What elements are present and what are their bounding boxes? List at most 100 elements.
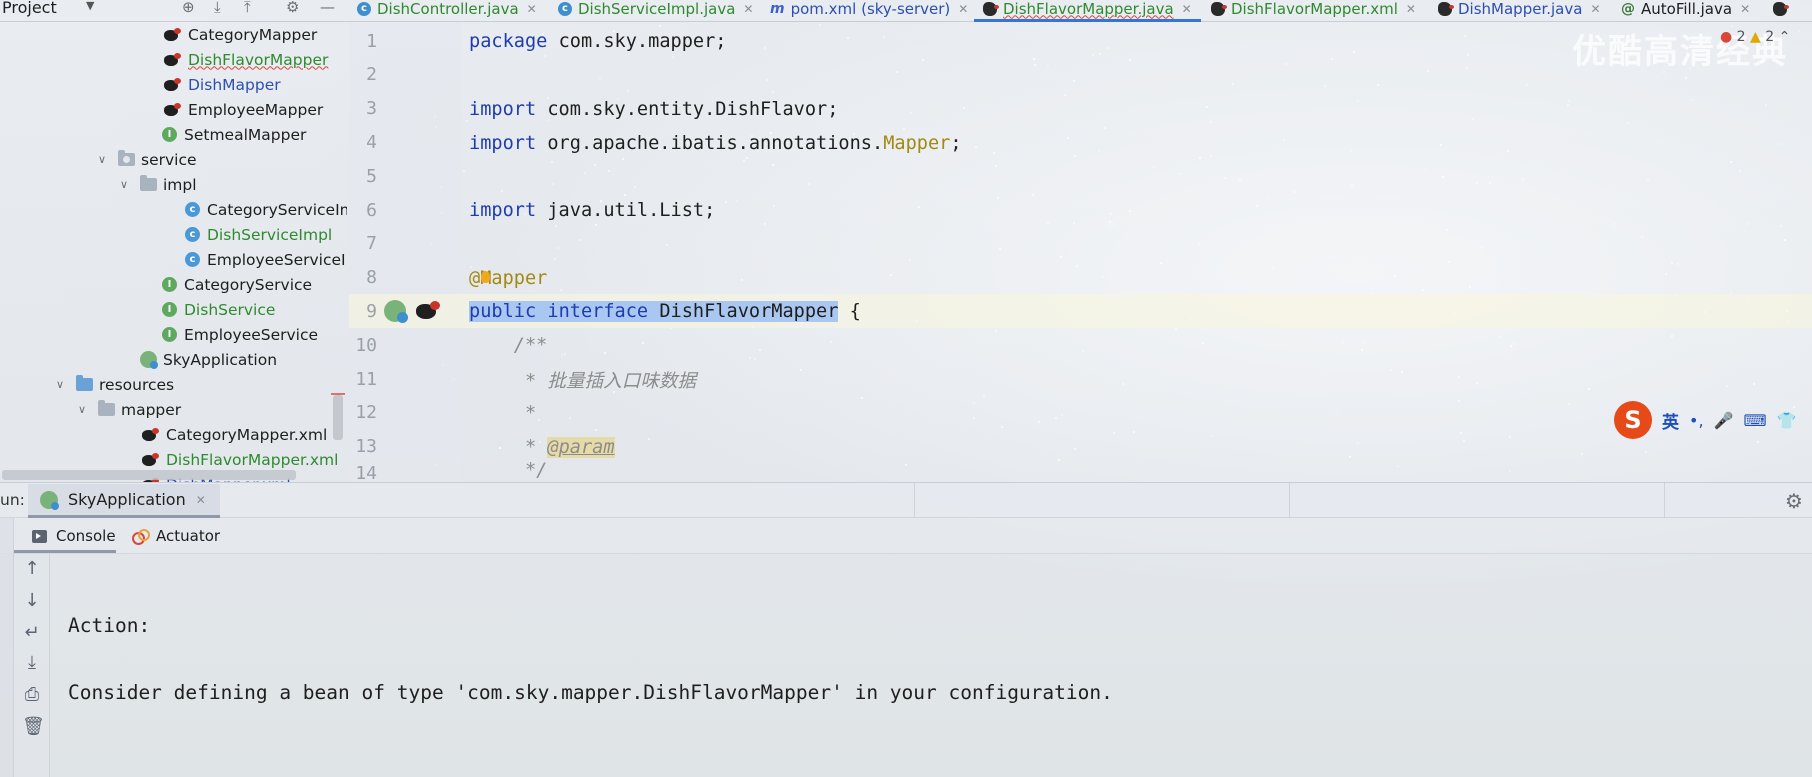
close-icon[interactable]: ✕	[1406, 2, 1416, 16]
star-dot	[1506, 149, 1509, 152]
soft-wrap-icon[interactable]: ↵	[22, 622, 42, 643]
trash-icon[interactable]: 🗑	[22, 716, 45, 737]
code-line-13[interactable]: * @param	[469, 430, 615, 464]
star-dot	[1448, 261, 1451, 264]
close-icon[interactable]: ✕	[527, 2, 537, 16]
ime-language[interactable]: 英	[1662, 408, 1679, 433]
gear-icon[interactable]: ⚙	[1785, 489, 1803, 513]
close-icon[interactable]: ✕	[1740, 2, 1750, 16]
star-dot	[1462, 440, 1465, 443]
tree-item-dishflavormapper-xml[interactable]: DishFlavorMapper.xml	[140, 447, 338, 472]
code-line-3[interactable]: import com.sky.entity.DishFlavor;	[469, 92, 838, 126]
tab-label: AutoFill.java	[1641, 0, 1733, 18]
tree-item-employeeservicein[interactable]: c EmployeeServiceIn	[185, 247, 347, 272]
star-dot	[1350, 150, 1353, 153]
tree-item-dishserviceimpl[interactable]: c DishServiceImpl	[185, 222, 332, 247]
tree-item-resources[interactable]: ∨ resources	[56, 372, 174, 397]
tab-autofill-java[interactable]: @ AutoFill.java ✕	[1621, 0, 1750, 20]
code-line-6[interactable]: import java.util.List;	[469, 193, 715, 227]
star-dot	[1174, 328, 1177, 331]
star-dot	[1784, 239, 1787, 242]
expand-all-icon[interactable]: ⤓	[214, 0, 221, 16]
chevron-down-icon[interactable]: ∨	[120, 178, 134, 191]
star-dot	[1073, 448, 1076, 451]
tree-item-dishservice[interactable]: I DishService	[162, 297, 275, 322]
close-icon[interactable]: ✕	[196, 493, 206, 507]
star-dot	[1342, 341, 1345, 344]
punctuation-icon[interactable]: •,	[1689, 411, 1704, 430]
close-icon[interactable]: ✕	[1182, 2, 1192, 16]
tree-item-label: DishMapper	[188, 75, 281, 94]
tree-item-setmealmapper[interactable]: I SetmealMapper	[162, 122, 306, 147]
star-dot	[1377, 84, 1380, 87]
tree-item-dishmapper[interactable]: DishMapper	[162, 72, 281, 97]
chevron-down-icon[interactable]: ▼	[86, 0, 94, 12]
mybatis-gutter-icon[interactable]	[414, 300, 442, 320]
tab-label: DishFlavorMapper.java	[1003, 0, 1174, 18]
tree-item-categoryserviceim[interactable]: c CategoryServiceIm	[185, 197, 347, 222]
tree-scrollbar[interactable]	[333, 395, 343, 440]
arrow-up-icon[interactable]: ↑	[22, 558, 42, 579]
close-icon[interactable]: ✕	[1590, 2, 1600, 16]
star-dot	[556, 246, 559, 249]
warning-icon: ▲	[1750, 29, 1761, 45]
tree-item-categorymapper-xml[interactable]: CategoryMapper.xml	[140, 422, 327, 447]
scroll-to-end-icon[interactable]: ⤓	[22, 652, 42, 673]
locate-icon[interactable]: ⊕	[182, 0, 195, 16]
tree-item-mapper[interactable]: ∨ mapper	[78, 397, 181, 422]
gear-icon[interactable]: ⚙	[286, 0, 299, 16]
star-dot	[1641, 235, 1644, 238]
star-dot	[1072, 222, 1075, 225]
intention-bulb-icon[interactable]	[481, 271, 490, 283]
tree-item-employeemapper[interactable]: EmployeeMapper	[162, 97, 323, 122]
tree-item-categoryservice[interactable]: I CategoryService	[162, 272, 312, 297]
code-line-12[interactable]: *	[469, 396, 536, 430]
star-dot	[997, 196, 1000, 199]
tab-console[interactable]: Console	[32, 518, 116, 554]
inspection-indicator[interactable]: ● 2 ▲ 2 ⌃	[1720, 29, 1790, 45]
spring-bean-gutter-icon[interactable]	[384, 300, 408, 323]
tab-dish-mapper-java[interactable]: DishMapper.java ✕	[1438, 0, 1601, 20]
chevron-down-icon[interactable]: ∨	[56, 378, 70, 391]
project-title[interactable]: Project	[2, 0, 57, 17]
chevron-down-icon[interactable]: ∨	[78, 403, 92, 416]
tree-item-service[interactable]: ∨ service	[98, 147, 197, 172]
line-number: 5	[366, 165, 377, 187]
print-icon[interactable]: ⎙	[22, 684, 42, 705]
tab-pom-xml[interactable]: m pom.xml (sky-server) ✕	[770, 0, 968, 20]
chevron-down-icon[interactable]: ∨	[98, 153, 112, 166]
close-icon[interactable]: ✕	[743, 2, 753, 16]
close-icon[interactable]: ✕	[958, 2, 968, 16]
arrow-down-icon[interactable]: ↓	[22, 590, 42, 611]
tab-overflow[interactable]	[1773, 0, 1793, 20]
star-dot	[1128, 210, 1131, 213]
tab-actuator[interactable]: Actuator	[131, 518, 220, 554]
code-line-10[interactable]: /**	[469, 328, 548, 362]
tree-horizontal-scrollbar[interactable]	[2, 470, 296, 480]
skin-icon[interactable]: 👕	[1777, 411, 1797, 430]
star-dot	[1357, 99, 1360, 102]
code-line-9[interactable]: public interface DishFlavorMapper {	[469, 294, 861, 328]
tree-item-dishflavormapper[interactable]: DishFlavorMapper	[162, 47, 328, 72]
minimize-icon[interactable]: —	[320, 0, 335, 16]
code-line-4[interactable]: import org.apache.ibatis.annotations. Map…	[469, 126, 962, 160]
collapse-all-icon[interactable]: ⤒	[244, 0, 251, 16]
sogou-logo-icon[interactable]: S	[1614, 401, 1652, 439]
keyboard-icon[interactable]: ⌨	[1743, 411, 1766, 430]
tree-item-skyapplication[interactable]: SkyApplication	[140, 347, 277, 372]
tree-item-categorymapper[interactable]: CategoryMapper	[162, 22, 317, 47]
chevron-up-icon[interactable]: ⌃	[1779, 29, 1791, 45]
code-line-11[interactable]: * 批量插入口味数据	[469, 362, 696, 396]
run-tab-sky-application[interactable]: SkyApplication ✕	[28, 484, 220, 518]
tree-item-label: EmployeeMapper	[188, 100, 324, 119]
microphone-icon[interactable]: 🎤	[1714, 411, 1734, 430]
tree-item-employeeservice[interactable]: I EmployeeService	[162, 322, 318, 347]
tab-dish-controller[interactable]: c DishController.java ✕	[357, 0, 537, 20]
star-dot	[754, 358, 757, 361]
code-line-14[interactable]: */	[469, 460, 547, 482]
code-line-1[interactable]: package com.sky.mapper;	[469, 24, 727, 58]
tab-dish-flavor-mapper-xml[interactable]: DishFlavorMapper.xml ✕	[1211, 0, 1416, 20]
tab-dish-service-impl[interactable]: c DishServiceImpl.java ✕	[558, 0, 753, 20]
tab-dish-flavor-mapper-java[interactable]: DishFlavorMapper.java ✕	[983, 0, 1192, 20]
tree-item-impl[interactable]: ∨ impl	[120, 172, 197, 197]
